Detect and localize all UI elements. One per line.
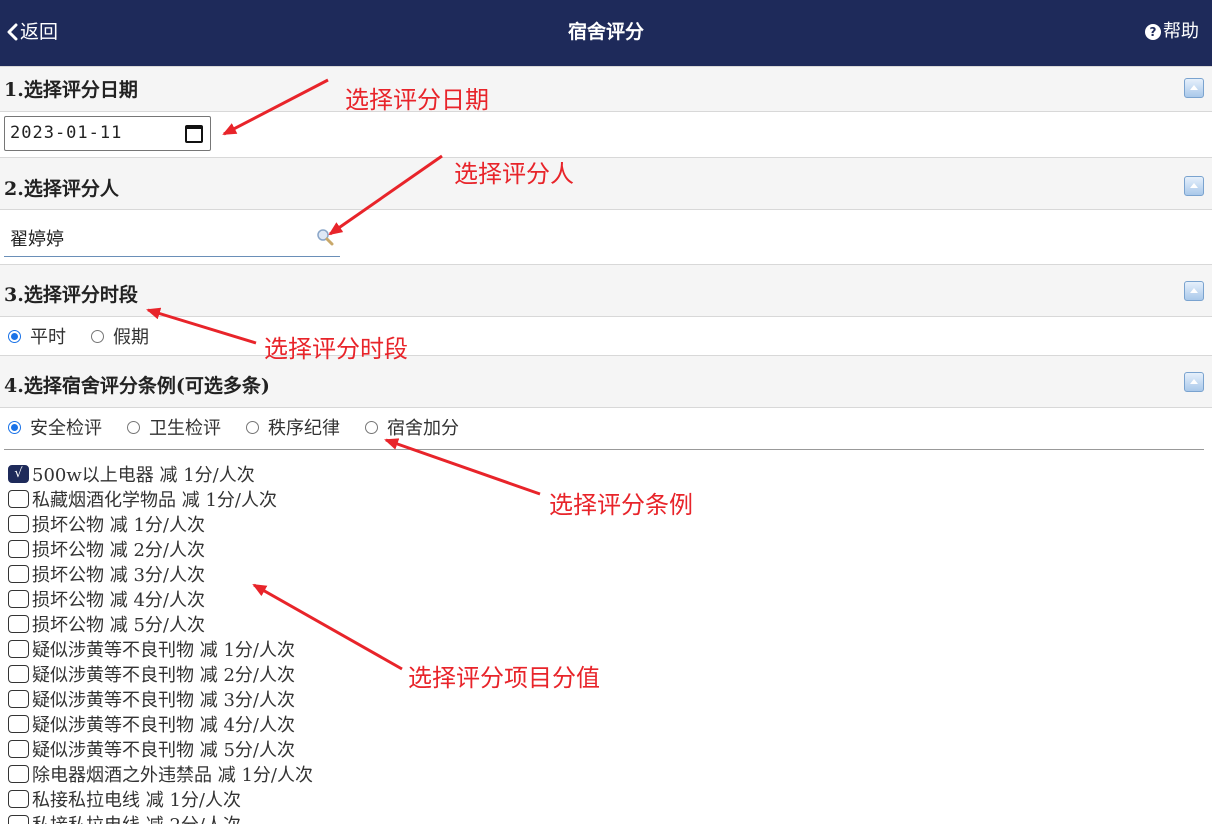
annotation-arrows — [146, 78, 541, 671]
annotation-period: 选择评分时段 — [264, 335, 408, 363]
arrow-period — [146, 307, 257, 345]
annotation-items: 选择评分项目分值 — [408, 664, 600, 692]
arrow-items — [252, 583, 403, 671]
annotation-person: 选择评分人 — [454, 160, 574, 188]
arrow-category — [384, 438, 541, 496]
annotation-date: 选择评分日期 — [345, 86, 489, 114]
arrow-date — [222, 78, 329, 136]
annotation-category: 选择评分条例 — [549, 491, 693, 519]
arrow-person — [328, 154, 443, 236]
